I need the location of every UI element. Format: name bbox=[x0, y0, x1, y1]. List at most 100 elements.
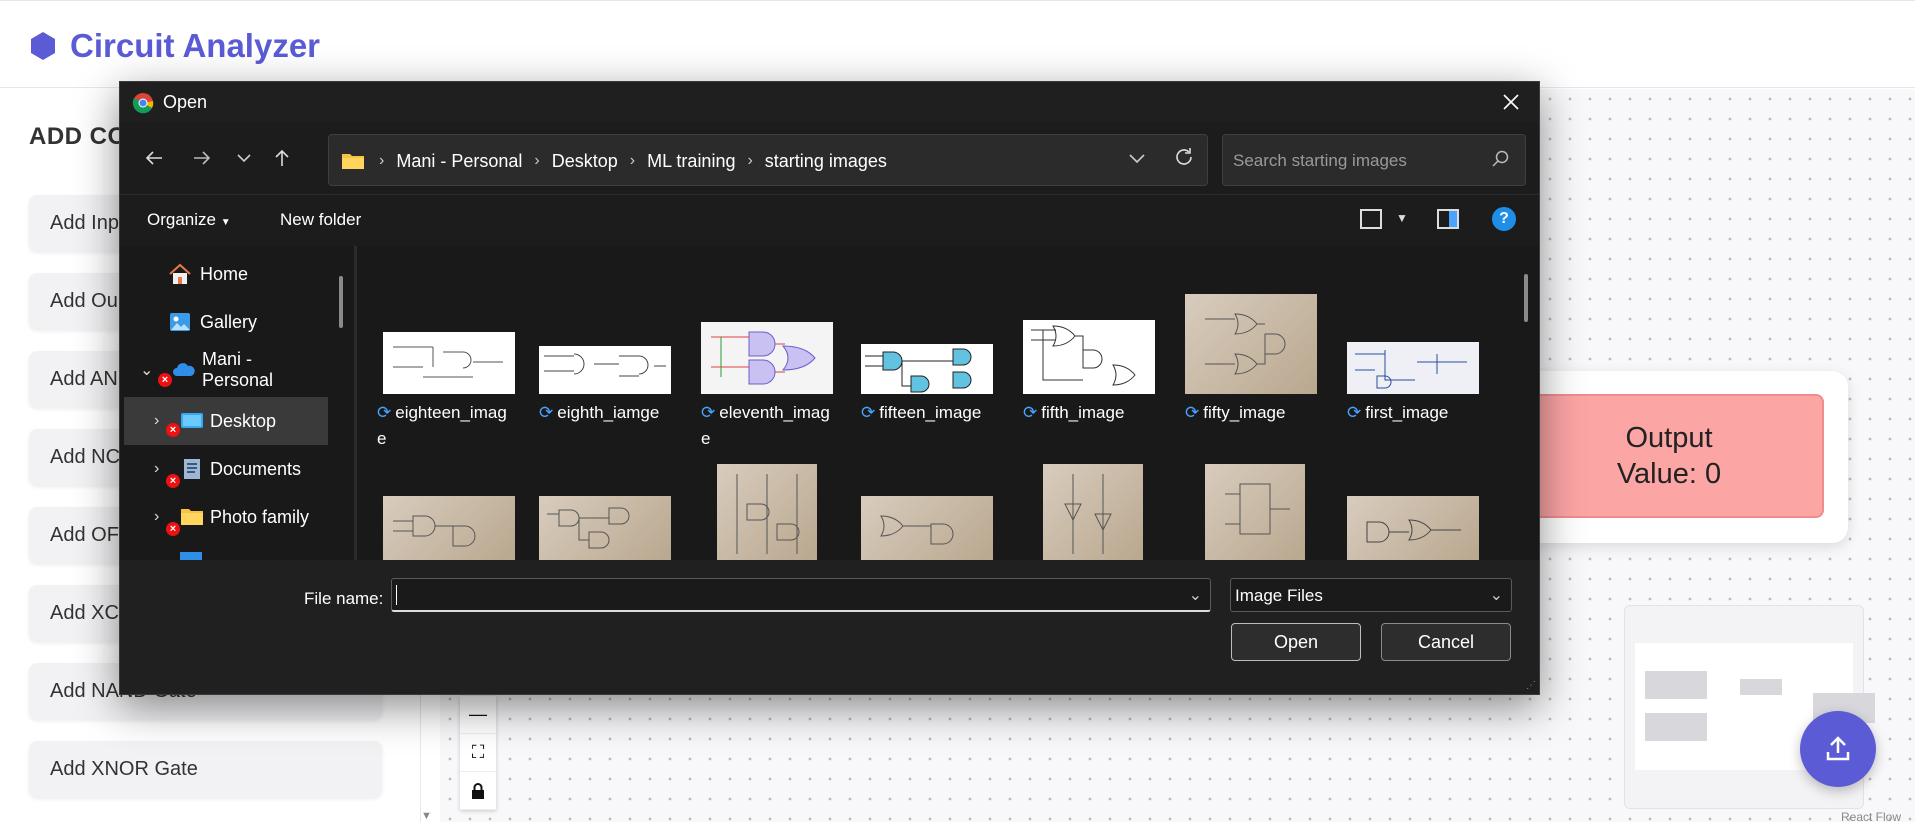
sync-icon: ⟳ bbox=[539, 403, 554, 422]
nav-item-gallery[interactable]: Gallery bbox=[124, 301, 328, 343]
file-name: ⟳ eighteen_imag e bbox=[377, 403, 507, 448]
fit-view-button[interactable]: ⛶ bbox=[460, 734, 496, 772]
refresh-button[interactable] bbox=[1173, 146, 1195, 174]
scroll-down-arrow-icon[interactable]: ▼ bbox=[421, 810, 432, 822]
file-name-label: File name: bbox=[304, 589, 384, 608]
hexagon-logo-icon bbox=[31, 32, 55, 60]
sidebar-heading: ADD CO bbox=[29, 123, 127, 150]
breadcrumb-item[interactable]: ML training bbox=[641, 151, 741, 172]
view-mode-icon[interactable] bbox=[1360, 209, 1382, 229]
text-caret bbox=[396, 585, 397, 605]
resize-grip-icon[interactable]: ⋰ bbox=[1526, 680, 1536, 691]
file-thumbnail bbox=[1185, 294, 1317, 394]
circuit-thumbnail-icon bbox=[547, 507, 630, 549]
chevron-right-icon[interactable]: › bbox=[154, 412, 159, 430]
add-xnor-gate-button[interactable]: Add XNOR Gate bbox=[29, 741, 382, 797]
nav-item-photo-family[interactable]: › × Photo family bbox=[124, 496, 328, 538]
forward-button[interactable] bbox=[188, 144, 216, 172]
up-button[interactable] bbox=[268, 144, 296, 172]
circuit-thumbnail-icon bbox=[1031, 325, 1136, 386]
breadcrumb: › Mani - Personal › Desktop › ML trainin… bbox=[341, 135, 893, 187]
dialog-titlebar[interactable]: Open bbox=[120, 82, 1539, 122]
circuit-thumbnail-icon bbox=[865, 348, 972, 393]
breadcrumb-item[interactable]: Desktop bbox=[546, 151, 624, 172]
view-mode-dropdown-icon[interactable]: ▼ bbox=[1396, 211, 1408, 225]
nav-item-mani-personal[interactable]: ⌄ × Mani - Personal bbox=[124, 349, 328, 391]
breadcrumb-item[interactable]: Mani - Personal bbox=[390, 151, 528, 172]
nav-item-home[interactable]: Home bbox=[124, 253, 328, 295]
dialog-navbar: › Mani - Personal › Desktop › ML trainin… bbox=[120, 122, 1539, 194]
circuit-thumbnail-icon bbox=[1064, 474, 1112, 554]
circuit-thumbnail-icon bbox=[393, 515, 476, 547]
address-bar[interactable]: › Mani - Personal › Desktop › ML trainin… bbox=[328, 134, 1208, 186]
documents-folder-icon bbox=[184, 459, 200, 479]
partially-visible-folder-icon bbox=[180, 552, 202, 560]
app-title-text: Circuit Analyzer bbox=[70, 27, 321, 64]
zoom-out-button[interactable]: — bbox=[460, 696, 496, 734]
file-type-select[interactable]: Image Files ⌄ bbox=[1230, 578, 1512, 612]
sync-icon: ⟳ bbox=[701, 403, 716, 422]
file-thumbnail bbox=[1023, 320, 1155, 394]
folder-icon bbox=[181, 509, 203, 525]
help-icon[interactable]: ? bbox=[1492, 207, 1516, 231]
nav-item-documents[interactable]: › × Documents bbox=[124, 448, 328, 490]
file-thumbnail[interactable] bbox=[1043, 464, 1143, 560]
lock-button[interactable] bbox=[460, 772, 496, 810]
file-thumbnail[interactable] bbox=[539, 496, 671, 560]
search-icon bbox=[1492, 150, 1509, 167]
organize-menu-button[interactable]: Organize ▼ bbox=[147, 210, 231, 230]
search-input[interactable]: Search starting images bbox=[1222, 134, 1526, 186]
file-thumbnail bbox=[861, 344, 993, 394]
dialog-footer: File name: ⌄ Image Files ⌄ Open Cancel ⋰ bbox=[120, 560, 1539, 694]
nav-item-label: Mani - Personal bbox=[202, 349, 274, 390]
file-name: ⟳ fifth_image bbox=[1023, 403, 1125, 422]
breadcrumb-separator-icon: › bbox=[379, 152, 385, 169]
chevron-down-icon[interactable]: ⌄ bbox=[140, 360, 153, 380]
file-thumbnail[interactable] bbox=[1347, 496, 1479, 560]
file-list-scrollbar[interactable] bbox=[1524, 274, 1528, 322]
chevron-right-icon[interactable]: › bbox=[154, 460, 159, 478]
nav-item-desktop[interactable]: › × Desktop bbox=[124, 397, 328, 445]
back-button[interactable] bbox=[140, 144, 168, 172]
circuit-thumbnail-icon bbox=[393, 346, 503, 378]
cancel-button[interactable]: Cancel bbox=[1381, 623, 1511, 661]
home-icon bbox=[169, 263, 191, 284]
output-node[interactable]: Output Value: 0 bbox=[1514, 394, 1824, 518]
preview-pane-icon[interactable] bbox=[1437, 209, 1459, 229]
file-thumbnail[interactable] bbox=[1205, 464, 1305, 560]
circuit-thumbnail-icon bbox=[1366, 519, 1461, 543]
caret-down-icon: ▼ bbox=[220, 217, 231, 228]
breadcrumb-separator-icon: › bbox=[534, 152, 540, 169]
chevron-down-icon[interactable]: ⌄ bbox=[1189, 585, 1202, 605]
address-history-button[interactable] bbox=[1129, 148, 1145, 169]
arrow-up-icon bbox=[275, 149, 289, 166]
open-button[interactable]: Open bbox=[1231, 623, 1361, 661]
file-name: ⟳ first_image bbox=[1347, 403, 1449, 422]
breadcrumb-separator-icon: › bbox=[629, 152, 636, 169]
lock-icon bbox=[472, 782, 484, 799]
chevron-down-icon: ⌄ bbox=[1489, 587, 1503, 604]
close-button[interactable] bbox=[1497, 88, 1525, 116]
onedrive-cloud-icon bbox=[173, 363, 195, 376]
file-thumbnail bbox=[383, 332, 515, 394]
file-thumbnail[interactable] bbox=[383, 496, 515, 560]
sync-icon: ⟳ bbox=[1347, 403, 1362, 422]
file-name-input[interactable]: ⌄ bbox=[391, 578, 1211, 612]
upload-button[interactable] bbox=[1800, 711, 1876, 787]
circuit-thumbnail-icon bbox=[880, 515, 954, 545]
new-folder-button[interactable]: New folder bbox=[280, 210, 361, 230]
circuit-thumbnail-icon bbox=[1355, 350, 1467, 389]
folder-icon bbox=[342, 154, 364, 169]
recent-locations-button[interactable] bbox=[230, 144, 258, 172]
breadcrumb-item[interactable]: starting images bbox=[759, 151, 893, 172]
file-thumbnail[interactable] bbox=[717, 464, 817, 560]
file-thumbnail bbox=[1347, 342, 1479, 394]
open-file-dialog: Open › Mani - Personal › Desktop › ML tr… bbox=[119, 81, 1540, 695]
file-name: ⟳ fifteen_image bbox=[861, 403, 982, 422]
navigation-pane-scrollbar[interactable] bbox=[339, 276, 343, 328]
chevron-right-icon[interactable]: › bbox=[154, 508, 159, 526]
output-node-container[interactable]: Output Value: 0 bbox=[1500, 371, 1848, 543]
circuit-thumbnail-icon bbox=[736, 474, 800, 554]
file-thumbnail[interactable] bbox=[861, 496, 993, 560]
nav-item-label: Documents bbox=[210, 458, 302, 479]
